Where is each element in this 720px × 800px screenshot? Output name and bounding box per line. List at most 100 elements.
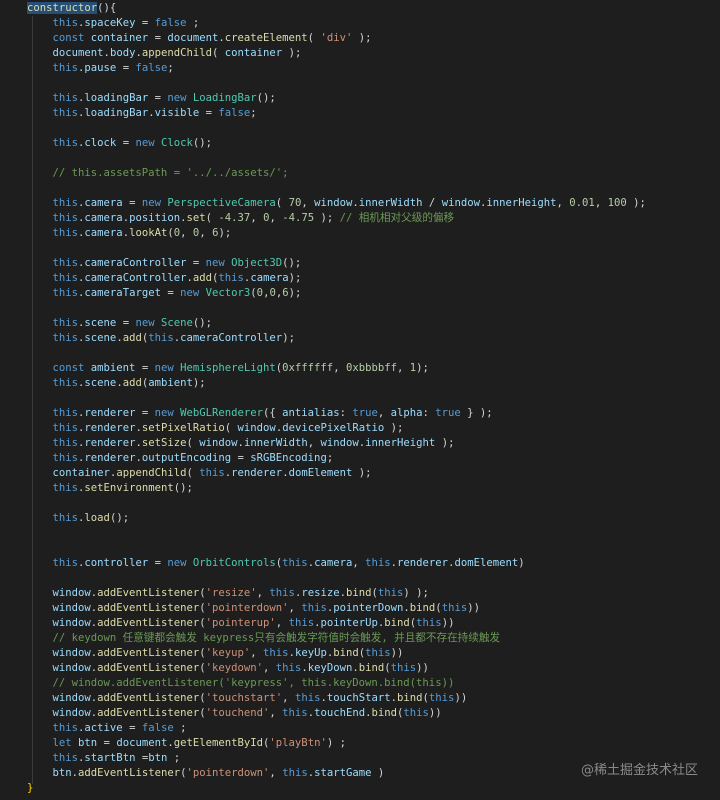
code-token: ); (416, 362, 429, 374)
code-token: renderer (84, 422, 136, 434)
code-line[interactable]: this.renderer.setSize( window.innerWidth… (0, 436, 720, 451)
code-line[interactable] (0, 526, 720, 541)
code-line[interactable]: this.controller = new OrbitControls(this… (0, 556, 720, 571)
code-line[interactable] (0, 301, 720, 316)
code-token: renderer (231, 467, 283, 479)
code-line[interactable]: constructor(){ (0, 1, 720, 16)
code-token: innerHeight (365, 437, 436, 449)
code-token: 'resize' (205, 587, 257, 599)
code-line[interactable] (0, 151, 720, 166)
code-token: true (352, 407, 378, 419)
code-token: window (27, 647, 91, 659)
code-line[interactable]: document.body.appendChild( container ); (0, 46, 720, 61)
code-token: , (594, 197, 608, 209)
code-line[interactable] (0, 571, 720, 586)
code-line[interactable]: window.addEventListener('resize', this.r… (0, 586, 720, 601)
code-line[interactable]: this.renderer.outputEncoding = sRGBEncod… (0, 451, 720, 466)
code-line[interactable]: this.renderer = new WebGLRenderer({ anti… (0, 406, 720, 421)
code-line[interactable]: } (0, 781, 720, 796)
code-token: } ); (460, 407, 493, 419)
code-token: = (160, 287, 181, 299)
code-token: this (27, 377, 79, 389)
code-token: / (422, 197, 442, 209)
code-token: this (27, 227, 79, 239)
code-token: ); (288, 287, 302, 299)
code-token: renderer (84, 407, 136, 419)
code-line[interactable]: // this.assetsPath = '../../assets/'; (0, 166, 720, 181)
code-line[interactable]: window.addEventListener('pointerdown', t… (0, 601, 720, 616)
code-token: pointerDown (333, 602, 404, 614)
code-token: (); (256, 92, 276, 104)
code-line[interactable]: window.addEventListener('touchend', this… (0, 706, 720, 721)
code-line[interactable] (0, 76, 720, 91)
code-line[interactable]: this.cameraController.add(this.camera); (0, 271, 720, 286)
code-token: this (282, 767, 308, 779)
code-token: (); (192, 317, 212, 329)
code-token: this (27, 332, 79, 344)
code-token: , (180, 227, 193, 239)
code-line[interactable] (0, 346, 720, 361)
code-token: this (441, 602, 468, 614)
code-line[interactable]: window.addEventListener('pointerup', thi… (0, 616, 720, 631)
code-line[interactable]: this.clock = new Clock(); (0, 136, 720, 151)
code-token: this (27, 107, 79, 119)
code-line[interactable] (0, 241, 720, 256)
code-token: bind (397, 692, 423, 704)
code-line[interactable]: // keydown 任意键都会触发 keypress只有会触发字符值时会触发,… (0, 631, 720, 646)
code-line[interactable]: window.addEventListener('touchstart', th… (0, 691, 720, 706)
code-token: (); (282, 257, 302, 269)
code-line[interactable]: this.setEnvironment(); (0, 481, 720, 496)
code-line[interactable]: this.camera = new PerspectiveCamera( 70,… (0, 196, 720, 211)
code-token: Scene (160, 317, 193, 329)
code-line[interactable]: this.active = false ; (0, 721, 720, 736)
code-line[interactable]: this.pause = false; (0, 61, 720, 76)
code-token: = (116, 62, 136, 74)
code-line[interactable]: this.cameraTarget = new Vector3(0,0,6); (0, 286, 720, 301)
code-token: addEventListener (97, 602, 200, 614)
code-line[interactable]: this.scene.add(ambient); (0, 376, 720, 391)
code-token: position (129, 212, 181, 224)
code-token: ( (212, 47, 225, 59)
code-line[interactable]: const container = document.createElement… (0, 31, 720, 46)
code-token: ; (326, 452, 334, 464)
code-line[interactable] (0, 496, 720, 511)
code-token: cameraController (180, 332, 283, 344)
code-line[interactable] (0, 181, 720, 196)
code-line[interactable]: let btn = document.getElementById('playB… (0, 736, 720, 751)
code-token: , (352, 557, 366, 569)
code-token: add (122, 377, 142, 389)
code-token: )) (416, 662, 429, 674)
code-line[interactable]: this.camera.position.set( -4.37, 0, -4.7… (0, 211, 720, 226)
code-line[interactable]: this.loadingBar.visible = false; (0, 106, 720, 121)
code-token: new (141, 197, 168, 209)
code-line[interactable]: this.cameraController = new Object3D(); (0, 256, 720, 271)
code-token: innerWidth (358, 197, 423, 209)
code-line[interactable]: // window.addEventListener('keypress', t… (0, 676, 720, 691)
code-line[interactable]: const ambient = new HemisphereLight(0xff… (0, 361, 720, 376)
code-token: renderer (84, 452, 136, 464)
code-token: , (333, 362, 346, 374)
code-token: 0xffffff (282, 362, 334, 374)
code-line[interactable]: this.camera.lookAt(0, 0, 6); (0, 226, 720, 241)
code-line[interactable] (0, 121, 720, 136)
code-token: ; (167, 62, 174, 74)
code-token: , (250, 212, 264, 224)
code-token: loadingBar (84, 92, 149, 104)
code-line[interactable]: this.load(); (0, 511, 720, 526)
code-line[interactable] (0, 541, 720, 556)
code-token: addEventListener (78, 767, 181, 779)
code-token: camera (84, 227, 123, 239)
code-line[interactable]: this.renderer.setPixelRatio( window.devi… (0, 421, 720, 436)
code-token: this (27, 62, 79, 74)
code-line[interactable] (0, 391, 720, 406)
code-line[interactable]: this.scene.add(this.cameraController); (0, 331, 720, 346)
code-line[interactable]: this.spaceKey = false ; (0, 16, 720, 31)
code-line[interactable]: window.addEventListener('keyup', this.ke… (0, 646, 720, 661)
code-token: 0xbbbbff (345, 362, 397, 374)
code-line[interactable]: window.addEventListener('keydown', this.… (0, 661, 720, 676)
watermark-text: @稀土掘金技术社区 (580, 763, 698, 778)
code-line[interactable]: this.loadingBar = new LoadingBar(); (0, 91, 720, 106)
code-editor[interactable]: constructor(){ this.spaceKey = false ; c… (0, 0, 720, 800)
code-line[interactable]: container.appendChild( this.renderer.dom… (0, 466, 720, 481)
code-line[interactable]: this.scene = new Scene(); (0, 316, 720, 331)
